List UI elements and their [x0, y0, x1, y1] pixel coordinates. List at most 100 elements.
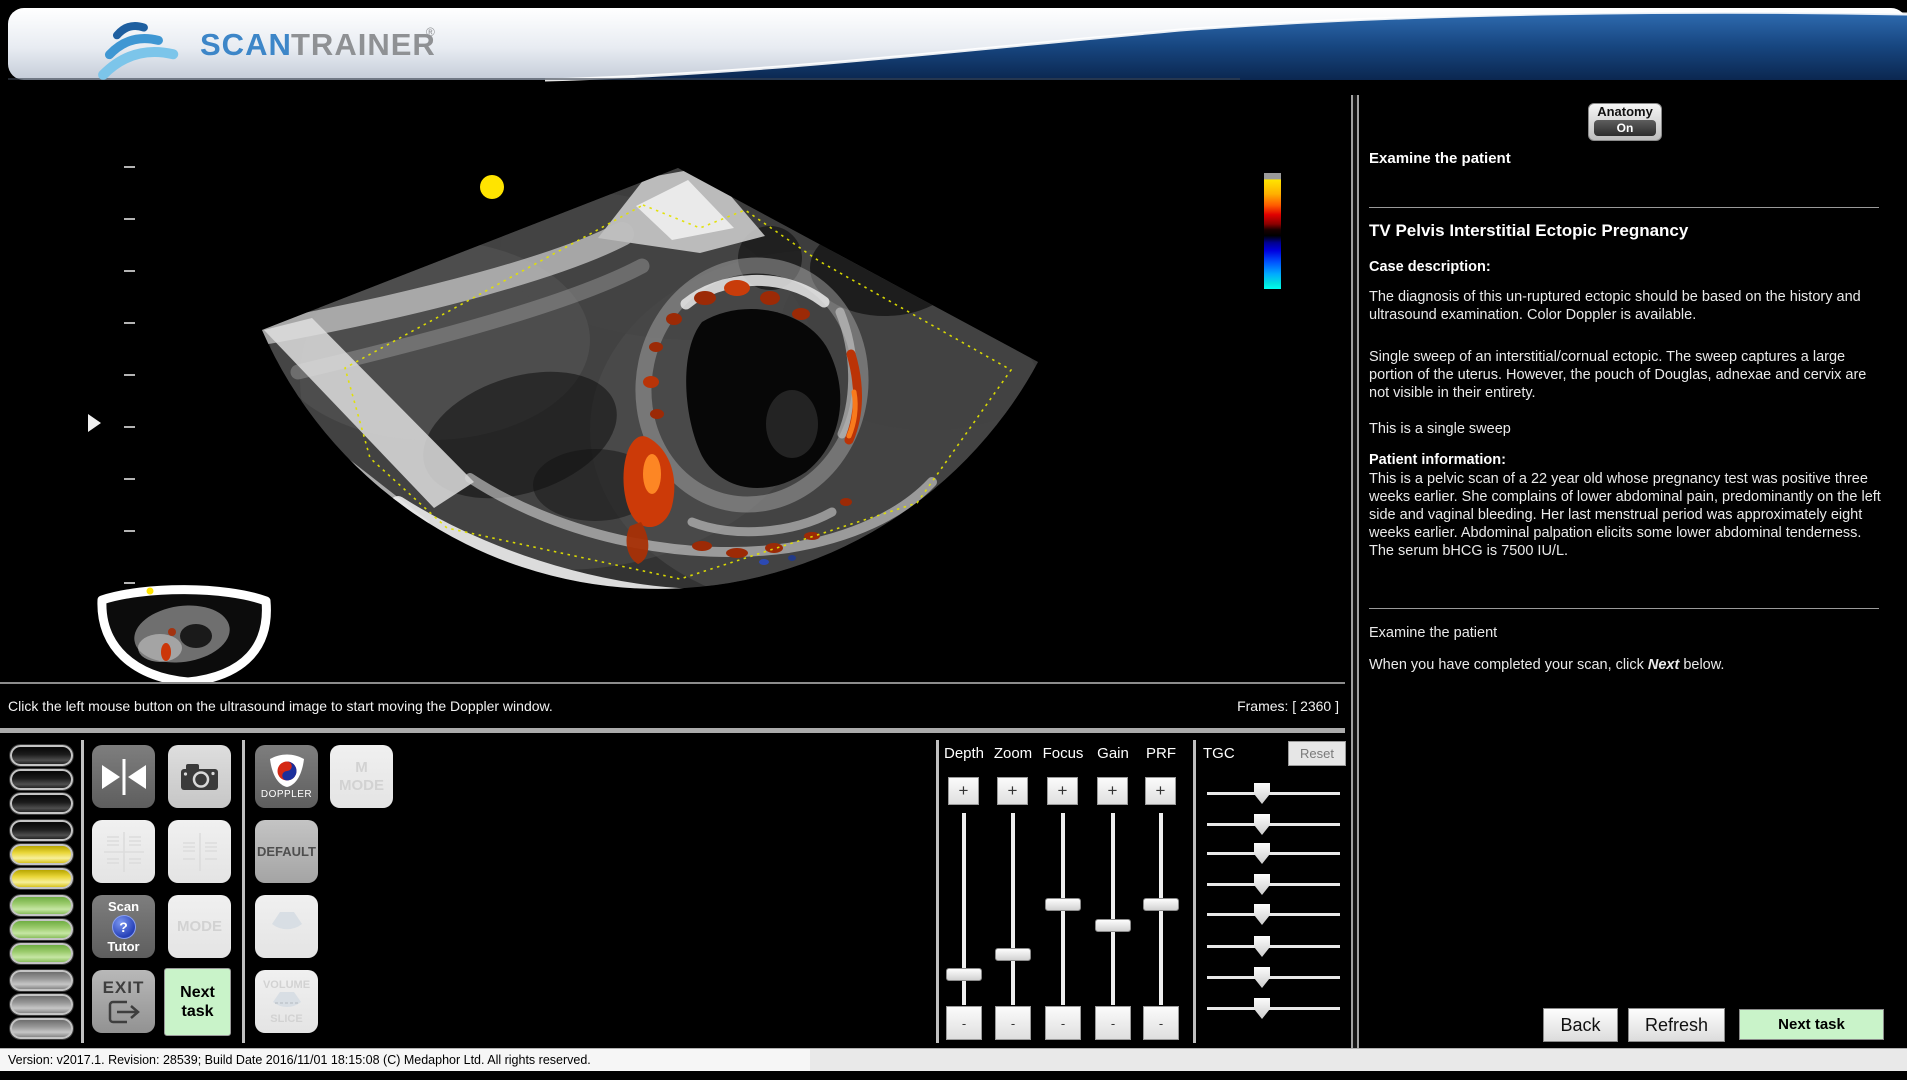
refresh-button[interactable]: Refresh: [1628, 1008, 1725, 1042]
next-task-panel-button[interactable]: Next task: [164, 968, 231, 1036]
depth-plus-button[interactable]: +: [948, 777, 979, 805]
next-task-panel-label-2: task: [181, 1002, 213, 1021]
gain-plus-button[interactable]: +: [1097, 777, 1128, 805]
gain-minus-button[interactable]: -: [1095, 1006, 1131, 1040]
doppler-button[interactable]: DOPPLER: [255, 745, 318, 808]
zoom-slider-thumb[interactable]: [995, 948, 1031, 961]
tgc-slider-thumb[interactable]: [1254, 783, 1270, 804]
led-indicator-yellow: [10, 844, 73, 865]
instruction-panel: Anatomy On Examine the patient TV Pelvis…: [1359, 95, 1907, 1048]
tgc-slider-thumb[interactable]: [1254, 904, 1270, 925]
led-indicator: [10, 793, 73, 814]
depth-slider-thumb[interactable]: [946, 968, 982, 981]
tgc-slider-track[interactable]: [1207, 976, 1340, 979]
case-description-label: Case description:: [1369, 259, 1491, 275]
volume-slice-button[interactable]: VOLUME SLICE: [255, 970, 318, 1033]
dual-report-button[interactable]: [92, 820, 155, 883]
tgc-slider-thumb[interactable]: [1254, 843, 1270, 864]
focus-arrow-icon[interactable]: [88, 414, 101, 432]
mode-button[interactable]: MODE: [168, 895, 231, 958]
tgc-slider-track[interactable]: [1207, 823, 1340, 826]
m-mode-label-2: MODE: [339, 777, 384, 794]
tgc-slider-thumb[interactable]: [1254, 874, 1270, 895]
led-indicator: [10, 820, 73, 841]
next-hint-bold: Next: [1648, 657, 1679, 673]
snapshot-button[interactable]: [168, 745, 231, 808]
focus-slider-thumb[interactable]: [1045, 898, 1081, 911]
led-indicator-yellow: [10, 868, 73, 889]
anatomy-toggle[interactable]: Anatomy On: [1588, 103, 1662, 141]
ultrasound-tissue: [264, 160, 1080, 611]
tgc-slider-track[interactable]: [1207, 792, 1340, 795]
zoom-minus-button[interactable]: -: [995, 1006, 1031, 1040]
dual-report-icon: [101, 829, 147, 875]
tgc-reset-button[interactable]: Reset: [1288, 741, 1346, 766]
probe-button[interactable]: [255, 895, 318, 958]
gain-slider-track[interactable]: [1111, 813, 1115, 1005]
probe-orientation-thumbnail: [102, 588, 266, 683]
scan-tutor-label-bottom: Tutor: [107, 940, 139, 954]
focus-plus-button[interactable]: +: [1047, 777, 1078, 805]
logo-text-trainer: TRAINER: [291, 27, 436, 62]
tgc-slider-thumb[interactable]: [1254, 998, 1270, 1019]
back-button[interactable]: Back: [1543, 1008, 1618, 1042]
zoom-slider-track[interactable]: [1011, 813, 1015, 1005]
prf-minus-button[interactable]: -: [1143, 1006, 1179, 1040]
flip-image-button[interactable]: [92, 745, 155, 808]
header-banner: SCAN TRAINER ®: [0, 0, 1907, 95]
tgc-slider-track[interactable]: [1207, 1007, 1340, 1010]
focus-minus-button[interactable]: -: [1045, 1006, 1081, 1040]
frames-counter: Frames: [ 2360 ]: [1237, 698, 1339, 714]
m-mode-label-1: M: [355, 759, 368, 776]
led-indicator-neutral: [10, 970, 73, 991]
ultrasound-image[interactable]: [0, 95, 1345, 682]
next-task-button[interactable]: Next task: [1739, 1009, 1884, 1040]
gain-slider-thumb[interactable]: [1095, 919, 1131, 932]
flip-horizontal-icon: [96, 757, 152, 797]
exit-button-label: EXIT: [103, 978, 145, 998]
led-indicator-green: [10, 919, 73, 940]
panel-separator: [1193, 740, 1196, 1043]
volume-slice-label-2: SLICE: [270, 1013, 302, 1025]
version-bar: Version: v2017.1. Revision: 28539; Build…: [0, 1048, 1907, 1071]
probe-icon: [265, 910, 309, 944]
control-panel: DOPPLER M MODE DEFAULT: [0, 733, 1345, 1048]
m-mode-button[interactable]: M MODE: [330, 745, 393, 808]
exit-icon: [108, 999, 140, 1025]
slider-label-prf: PRF: [1129, 745, 1193, 762]
patient-info-label: Patient information:: [1369, 452, 1506, 468]
led-indicator-neutral: [10, 994, 73, 1015]
mode-button-label: MODE: [177, 918, 222, 935]
scantrainer-app: SCAN TRAINER ® TV Pelvis Interstitial Ec…: [0, 0, 1907, 1080]
anatomy-toggle-state[interactable]: On: [1594, 120, 1656, 136]
led-indicator-green: [10, 943, 73, 964]
zoom-plus-button[interactable]: +: [997, 777, 1028, 805]
led-indicator-neutral: [10, 1018, 73, 1039]
panel-heading: Examine the patient: [1369, 150, 1511, 167]
tgc-slider-track[interactable]: [1207, 945, 1340, 948]
patient-info-text: This is a pelvic scan of a 22 year old w…: [1369, 470, 1885, 560]
prf-plus-button[interactable]: +: [1145, 777, 1176, 805]
tgc-slider-track[interactable]: [1207, 883, 1340, 886]
tgc-slider-thumb[interactable]: [1254, 814, 1270, 835]
tgc-slider-track[interactable]: [1207, 913, 1340, 916]
doppler-button-label: DOPPLER: [261, 789, 312, 800]
tgc-slider-thumb[interactable]: [1254, 967, 1270, 988]
volume-slice-label-1: VOLUME: [263, 979, 310, 991]
panel-separator-line: [1369, 207, 1879, 208]
tgc-slider-thumb[interactable]: [1254, 936, 1270, 957]
status-message: Click the left mouse button on the ultra…: [8, 698, 553, 714]
exit-button[interactable]: EXIT: [92, 970, 155, 1033]
scan-tutor-button[interactable]: Scan ? Tutor: [92, 895, 155, 958]
panel-separator: [936, 740, 939, 1043]
case-title: TV Pelvis Interstitial Ectopic Pregnancy: [1369, 221, 1688, 241]
tgc-slider-track[interactable]: [1207, 852, 1340, 855]
volume-slice-icon: [267, 991, 307, 1013]
version-text: Version: v2017.1. Revision: 28539; Build…: [8, 1053, 591, 1067]
case-paragraph-3: This is a single sweep: [1369, 420, 1885, 438]
depth-minus-button[interactable]: -: [946, 1006, 982, 1040]
default-button[interactable]: DEFAULT: [255, 820, 318, 883]
next-hint-pre: When you have completed your scan, click: [1369, 657, 1648, 673]
single-report-button[interactable]: [168, 820, 231, 883]
prf-slider-thumb[interactable]: [1143, 898, 1179, 911]
